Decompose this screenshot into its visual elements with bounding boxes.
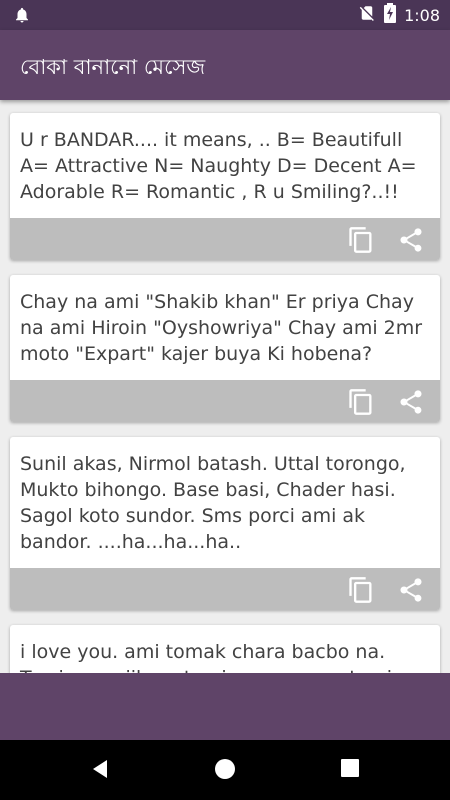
message-card: Sunil akas, Nirmol batash. Uttal torongo…	[10, 437, 440, 610]
share-icon[interactable]	[397, 226, 425, 254]
app-title: বোকা বানানো মেসেজ	[20, 55, 206, 79]
message-card: Chay na ami "Shakib khan" Er priya Chay …	[10, 275, 440, 422]
bottom-bar	[0, 673, 450, 740]
no-sim-icon	[358, 3, 376, 27]
card-actions	[10, 380, 440, 422]
battery-charging-icon	[384, 3, 397, 27]
copy-icon[interactable]	[347, 576, 375, 604]
status-bar: 1:08	[0, 0, 450, 30]
message-card: U r BANDAR.... it means, .. B= Beautiful…	[10, 113, 440, 260]
message-list[interactable]: U r BANDAR.... it means, .. B= Beautiful…	[0, 100, 450, 673]
message-text: Sunil akas, Nirmol batash. Uttal torongo…	[20, 453, 406, 553]
message-text: i love you. ami tomak chara bacbo na. To…	[20, 641, 392, 673]
message-text: Chay na ami "Shakib khan" Er priya Chay …	[20, 291, 423, 365]
navigation-bar	[0, 740, 450, 800]
message-text: U r BANDAR.... it means, .. B= Beautiful…	[20, 129, 417, 203]
message-card: i love you. ami tomak chara bacbo na. To…	[10, 625, 440, 673]
bell-icon	[13, 6, 31, 28]
share-icon[interactable]	[397, 576, 425, 604]
status-time: 1:08	[404, 5, 440, 25]
card-actions	[10, 568, 440, 610]
nav-recents-icon[interactable]	[340, 758, 360, 782]
copy-icon[interactable]	[347, 388, 375, 416]
app-bar: বোকা বানানো মেসেজ	[0, 30, 450, 100]
share-icon[interactable]	[397, 388, 425, 416]
nav-home-icon[interactable]	[214, 758, 236, 784]
nav-back-icon[interactable]	[89, 758, 111, 784]
card-actions	[10, 218, 440, 260]
copy-icon[interactable]	[347, 226, 375, 254]
